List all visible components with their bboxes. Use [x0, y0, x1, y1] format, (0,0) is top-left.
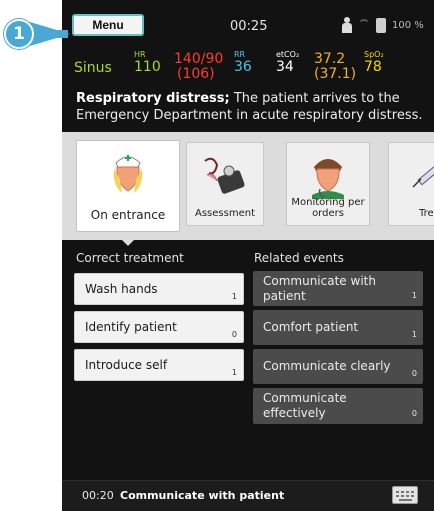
last-event-name: Communicate with patient: [120, 489, 285, 502]
doctor-icon: [312, 159, 344, 199]
vital-hr: HR 110: [134, 50, 161, 75]
tab-monitoring-per-orders[interactable]: Monitoring per orders: [286, 142, 370, 226]
event-label: Communicate with patient: [263, 274, 376, 303]
keyboard-icon[interactable]: [392, 486, 418, 504]
treatment-identify-patient-button[interactable]: Identify patient 0: [74, 311, 244, 343]
tab-label: Treatm: [419, 208, 434, 219]
battery-icon: [376, 17, 386, 33]
treatment-label: Introduce self: [85, 358, 168, 372]
related-events-heading: Related events: [254, 251, 344, 265]
person-icon: [342, 17, 352, 33]
event-count: 1: [411, 330, 417, 339]
callout-arrow-head: [30, 22, 70, 46]
treatment-count: 0: [231, 330, 237, 339]
vital-temp: 37.2 (37.1): [314, 51, 357, 82]
bottom-bar: 00:20 Communicate with patient: [62, 480, 434, 511]
vital-rr: RR 36: [234, 50, 252, 75]
correct-treatment-heading: Correct treatment: [76, 251, 184, 265]
tab-label: Assessment: [195, 208, 255, 219]
treatment-count: 1: [231, 292, 237, 301]
treatment-introduce-self-button[interactable]: Introduce self 1: [74, 349, 244, 381]
nurse-icon: [113, 155, 143, 193]
elapsed-clock: 00:25: [230, 19, 268, 34]
event-label: Communicate effectively: [263, 391, 347, 420]
tab-label: On entrance: [90, 208, 166, 222]
tab-assessment[interactable]: Assessment: [186, 142, 264, 226]
syringe-icon: [412, 162, 434, 188]
treatment-wash-hands-button[interactable]: Wash hands 1: [74, 273, 244, 305]
event-count: 1: [411, 291, 417, 300]
status-icons: 100 %: [342, 14, 434, 36]
last-event-time: 00:20: [82, 489, 114, 502]
scenario-description: Respiratory distress; The patient arrive…: [76, 90, 428, 124]
vital-etco2: etCO₂ 34: [276, 50, 300, 75]
menu-button[interactable]: Menu: [72, 14, 144, 36]
treatment-label: Wash hands: [85, 282, 158, 296]
tab-on-entrance[interactable]: On entrance: [76, 140, 180, 232]
vitals-row: Sinus HR 110 140/90 (106) RR 36 etCO₂ 34…: [62, 48, 434, 86]
wifi-icon: [358, 19, 370, 31]
tab-treatment[interactable]: Treatm: [388, 142, 434, 226]
event-label: Communicate clearly: [263, 359, 391, 373]
top-bar: Menu 00:25 100 %: [62, 10, 434, 48]
event-count: 0: [411, 369, 417, 378]
device-screen: Menu 00:25 100 % Sinus HR 110 140/90 (10…: [62, 0, 434, 511]
treatment-count: 1: [231, 368, 237, 377]
blood-pressure-icon: [204, 157, 245, 194]
event-label: Comfort patient: [263, 320, 359, 334]
event-communicate-with-patient-button[interactable]: Communicate with patient 1: [253, 271, 423, 306]
battery-level: 100 %: [392, 19, 424, 31]
treatment-label: Identify patient: [85, 320, 177, 334]
callout-number-badge: 1: [4, 19, 34, 49]
event-comfort-patient-button[interactable]: Comfort patient 1: [253, 310, 423, 345]
event-communicate-clearly-button[interactable]: Communicate clearly 0: [253, 349, 423, 384]
scenario-title: Respiratory distress;: [76, 91, 230, 106]
active-tab-pointer: [120, 238, 136, 246]
vital-spo2: SpO₂ 78: [364, 50, 384, 75]
event-communicate-effectively-button[interactable]: Communicate effectively 0: [253, 388, 423, 424]
rhythm-value: Sinus: [74, 60, 112, 76]
vital-bp: 140/90 (106): [174, 51, 224, 82]
tab-label: Monitoring per orders: [291, 197, 365, 219]
event-count: 0: [411, 409, 417, 418]
phase-tab-strip: On entrance Assessment Monitoring per or…: [62, 132, 434, 240]
